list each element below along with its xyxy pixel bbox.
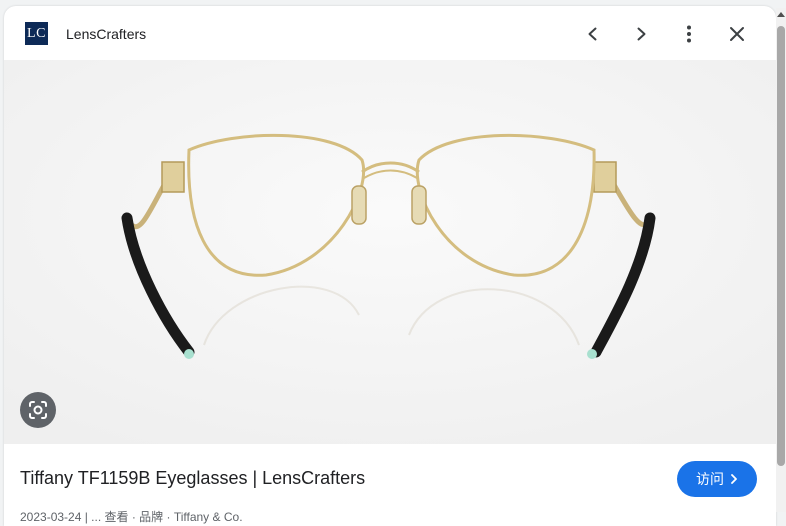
visual-search-button[interactable] bbox=[20, 392, 56, 428]
chevron-left-icon bbox=[588, 27, 597, 41]
result-meta: 2023-03-24 | ... 查看 · 品牌 · Tiffany & Co. bbox=[20, 510, 243, 524]
scroll-up-arrow-icon[interactable] bbox=[777, 12, 785, 17]
more-vert-icon bbox=[687, 25, 691, 43]
scroll-thumb[interactable] bbox=[777, 26, 785, 466]
previous-button[interactable] bbox=[579, 20, 607, 48]
result-title[interactable]: Tiffany TF1159B Eyeglasses | LensCrafter… bbox=[20, 468, 365, 489]
google-lens-icon bbox=[29, 401, 47, 419]
chevron-right-icon bbox=[731, 474, 737, 484]
close-button[interactable] bbox=[723, 20, 751, 48]
image-preview-panel: LC LensCrafters Tiffany TF1159B Eyeglass… bbox=[4, 6, 776, 526]
site-name[interactable]: LensCrafters bbox=[66, 26, 146, 42]
preview-header: LC LensCrafters bbox=[4, 6, 776, 60]
more-options-button[interactable] bbox=[675, 20, 703, 48]
chevron-right-icon bbox=[637, 27, 646, 41]
site-logo[interactable]: LC bbox=[25, 22, 48, 45]
eyeglasses-image bbox=[4, 60, 776, 444]
close-icon bbox=[730, 27, 744, 41]
scrollbar[interactable] bbox=[776, 8, 786, 512]
next-button[interactable] bbox=[627, 20, 655, 48]
visit-label: 访问 bbox=[696, 471, 724, 487]
preview-image[interactable] bbox=[4, 60, 776, 444]
visit-button[interactable]: 访问 bbox=[677, 461, 757, 497]
